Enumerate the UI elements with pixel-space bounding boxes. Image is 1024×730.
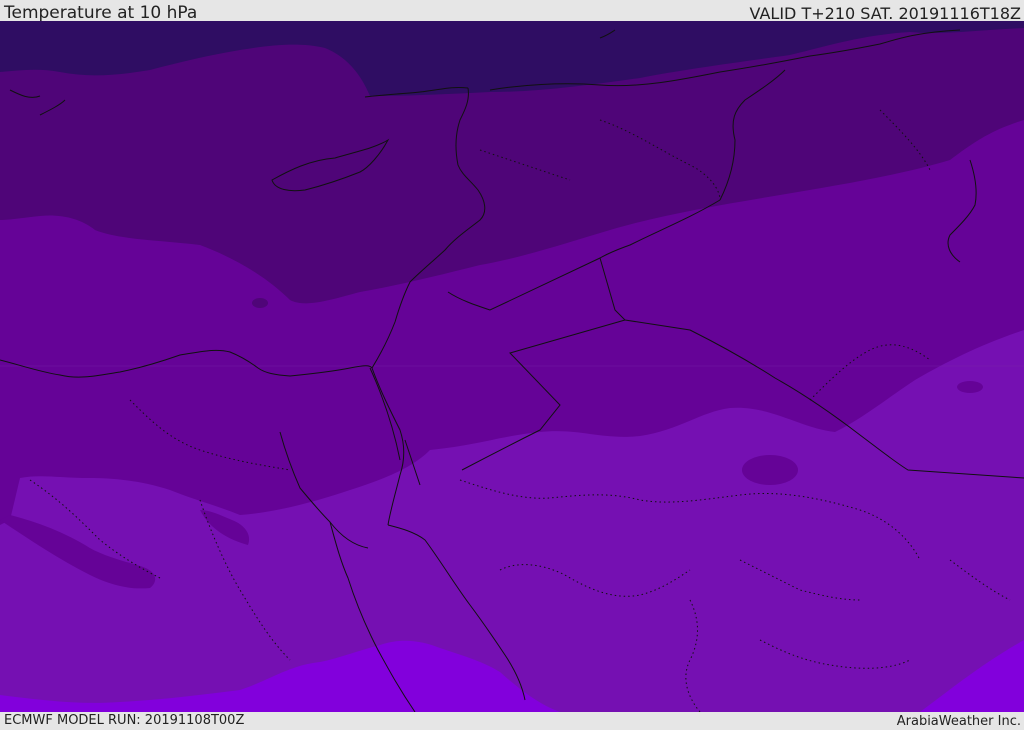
footer-bar: ECMWF MODEL RUN: 20191108T00Z ArabiaWeat…: [0, 712, 1024, 729]
header-bar: Temperature at 10 hPa VALID T+210 SAT. 2…: [0, 0, 1024, 23]
pocket-b: [957, 381, 983, 393]
map-title: Temperature at 10 hPa: [4, 3, 198, 23]
temperature-map[interactable]: [0, 21, 1024, 712]
pocket-c: [252, 298, 268, 308]
map-canvas: [0, 21, 1024, 712]
pocket-a: [742, 455, 798, 485]
credit: ArabiaWeather Inc.: [896, 714, 1021, 729]
model-run: ECMWF MODEL RUN: 20191108T00Z: [4, 713, 245, 728]
